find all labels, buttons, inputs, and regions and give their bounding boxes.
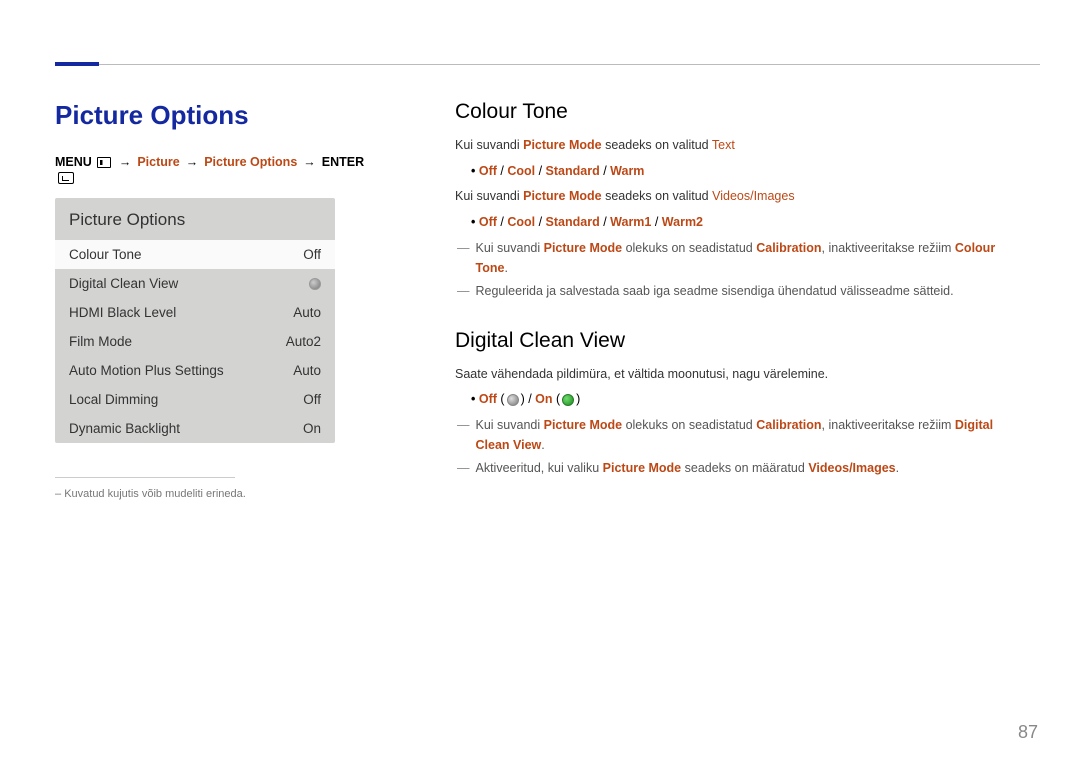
accent-bar [55,62,99,66]
led-off-icon [507,394,519,406]
breadcrumb-enter: ENTER [322,155,364,169]
row-label: Local Dimming [69,392,158,407]
footnote-divider [55,477,235,478]
row-label: Colour Tone [69,247,142,262]
led-on-icon [562,394,574,406]
arrow-icon: → [303,155,316,169]
panel-row-film-mode[interactable]: Film Mode Auto2 [55,327,335,356]
panel-row-local-dimming[interactable]: Local Dimming Off [55,385,335,414]
row-value: On [303,421,321,436]
ct-note-2: ― Reguleerida ja salvestada saab iga sea… [457,281,1025,301]
panel-row-colour-tone[interactable]: Colour Tone Off [55,240,335,269]
dcv-para: Saate vähendada pildimüra, et vältida mo… [455,365,1025,384]
row-value: Auto [293,305,321,320]
page-title: Picture Options [55,100,365,131]
panel-title: Picture Options [55,198,335,240]
page-number: 87 [1018,722,1038,743]
dcv-note-2: ― Aktiveeritud, kui valiku Picture Mode … [457,458,1025,478]
panel-row-auto-motion-plus[interactable]: Auto Motion Plus Settings Auto [55,356,335,385]
row-value: Off [303,392,321,407]
section-heading-digital-clean-view: Digital Clean View [455,329,1025,353]
panel-row-hdmi-black-level[interactable]: HDMI Black Level Auto [55,298,335,327]
ct-line1: Kui suvandi Picture Mode seadeks on vali… [455,136,1025,155]
footnote-text: Kuvatud kujutis võib mudeliti erineda. [64,488,246,500]
panel-row-digital-clean-view[interactable]: Digital Clean View [55,269,335,298]
arrow-icon: → [186,155,199,169]
settings-panel: Picture Options Colour Tone Off Digital … [55,198,335,443]
row-label: Digital Clean View [69,276,178,291]
panel-row-dynamic-backlight[interactable]: Dynamic Backlight On [55,414,335,443]
breadcrumb: MENU → Picture → Picture Options → ENTER [55,155,365,184]
row-label: Film Mode [69,334,132,349]
arrow-icon: → [119,155,132,169]
row-value: Auto [293,363,321,378]
section-heading-colour-tone: Colour Tone [455,100,1025,124]
breadcrumb-menu: MENU [55,155,92,169]
dcv-options: Off () / On () [471,389,1025,409]
top-divider [55,64,1040,65]
footnote-dash: – [55,488,64,500]
row-value: Auto2 [286,334,321,349]
row-label: Auto Motion Plus Settings [69,363,224,378]
status-indicator-icon [309,278,321,290]
menu-icon [97,157,111,168]
breadcrumb-picture-options: Picture Options [204,155,297,169]
enter-icon [58,172,74,184]
dcv-note-1: ― Kui suvandi Picture Mode olekuks on se… [457,415,1025,455]
row-label: Dynamic Backlight [69,421,180,436]
ct-options-1: Off / Cool / Standard / Warm [471,161,1025,181]
ct-line2: Kui suvandi Picture Mode seadeks on vali… [455,187,1025,206]
footnote: – Kuvatud kujutis võib mudeliti erineda. [55,488,365,500]
ct-options-2: Off / Cool / Standard / Warm1 / Warm2 [471,212,1025,232]
breadcrumb-picture: Picture [137,155,179,169]
row-value: Off [303,247,321,262]
ct-note-1: ― Kui suvandi Picture Mode olekuks on se… [457,238,1025,278]
row-label: HDMI Black Level [69,305,176,320]
